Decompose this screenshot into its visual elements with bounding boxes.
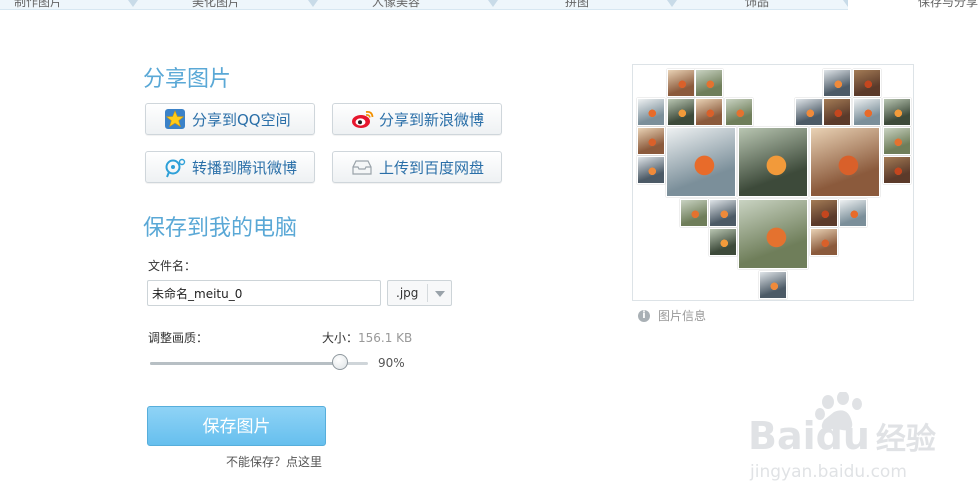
size-value: 156.1 KB	[358, 331, 413, 345]
filename-label: 文件名：	[148, 259, 197, 273]
extension-select[interactable]: .jpg	[387, 280, 452, 306]
tab-separator	[667, 0, 677, 7]
chevron-down-icon	[435, 291, 445, 297]
quality-slider-thumb[interactable]	[332, 354, 349, 370]
cant-save-link[interactable]: 不能保存？点这里	[226, 453, 322, 470]
image-preview	[632, 64, 914, 301]
save-section-title: 保存到我的电脑	[143, 216, 298, 241]
collage-thumbnail	[810, 127, 880, 197]
filename-input[interactable]	[147, 280, 381, 306]
save-image-button[interactable]: 保存图片	[147, 406, 326, 446]
tab-decorations[interactable]: 饰品	[745, 0, 769, 9]
collage-thumbnail	[823, 69, 851, 97]
select-divider	[427, 284, 428, 302]
size-label: 大小：	[322, 331, 359, 345]
info-icon: i	[638, 309, 650, 322]
tab-separator	[128, 0, 138, 7]
image-info-link[interactable]: i 图片信息	[638, 307, 706, 324]
tab-beautify[interactable]: 美化图片	[192, 0, 240, 9]
collage-thumbnail	[795, 98, 823, 126]
collage-thumbnail	[637, 156, 665, 184]
collage-thumbnail	[883, 127, 911, 155]
quality-slider-fill	[150, 362, 341, 365]
collage-thumbnail	[810, 228, 838, 256]
quality-label: 调整画质：	[148, 331, 209, 345]
share-section-title: 分享图片	[143, 67, 232, 92]
watermark-suffix: 经验	[875, 422, 936, 457]
tab-separator	[308, 0, 318, 7]
collage-thumbnail	[680, 199, 708, 227]
tab-make-image[interactable]: 制作图片	[14, 0, 62, 9]
collage-thumbnail	[883, 156, 911, 184]
collage-thumbnail	[695, 69, 723, 97]
tab-collage[interactable]: 拼图	[565, 0, 589, 9]
share-sina-weibo-button[interactable]: 分享到新浪微博	[332, 103, 502, 135]
collage-thumbnail	[759, 271, 787, 299]
collage-thumbnail	[810, 199, 838, 227]
tencent-weibo-icon	[164, 156, 186, 178]
share-baidu-cloud-button[interactable]: 上传到百度网盘	[332, 151, 502, 183]
collage-thumbnail	[853, 98, 881, 126]
collage-thumbnail	[709, 199, 737, 227]
collage-thumbnail	[725, 98, 753, 126]
watermark-brand: Baidu	[748, 414, 870, 458]
share-sina-weibo-label: 分享到新浪微博	[379, 110, 485, 129]
baidu-cloud-icon	[351, 156, 373, 178]
watermark-url: jingyan.baidu.com	[750, 462, 907, 482]
top-tab-strip: 制作图片 美化图片 人像美容 拼图 饰品 保存与分享	[0, 0, 978, 10]
collage-thumbnail	[823, 98, 851, 126]
file-size: 大小：156.1 KB	[322, 329, 412, 346]
qzone-star-icon	[164, 108, 186, 130]
share-tencent-weibo-button[interactable]: 转播到腾讯微博	[145, 151, 315, 183]
quality-percent: 90%	[378, 356, 405, 370]
collage-thumbnail	[738, 127, 808, 197]
collage-thumbnail	[667, 98, 695, 126]
collage-thumbnail	[666, 127, 736, 197]
extension-value: .jpg	[396, 286, 419, 300]
collage-thumbnail	[667, 69, 695, 97]
collage-thumbnail	[637, 98, 665, 126]
sina-weibo-icon	[351, 108, 374, 130]
image-info-label: 图片信息	[658, 309, 707, 323]
collage-thumbnail	[883, 98, 911, 126]
baidu-jingyan-watermark: Baidu 经验 jingyan.baidu.com	[748, 391, 963, 492]
share-baidu-cloud-label: 上传到百度网盘	[379, 158, 485, 177]
collage-thumbnail	[839, 199, 867, 227]
collage-thumbnail	[853, 69, 881, 97]
tab-separator	[488, 0, 498, 7]
collage-thumbnail	[738, 199, 808, 269]
share-qzone-label: 分享到QQ空间	[192, 110, 291, 129]
tab-save-share[interactable]: 保存与分享	[918, 0, 978, 9]
collage-thumbnail	[709, 228, 737, 256]
collage-thumbnail	[637, 127, 665, 155]
tab-save-share-active[interactable]: 保存与分享	[848, 0, 978, 10]
share-qzone-button[interactable]: 分享到QQ空间	[145, 103, 315, 135]
share-tencent-weibo-label: 转播到腾讯微博	[192, 158, 298, 177]
tab-portrait[interactable]: 人像美容	[372, 0, 420, 9]
collage-thumbnail	[695, 98, 723, 126]
